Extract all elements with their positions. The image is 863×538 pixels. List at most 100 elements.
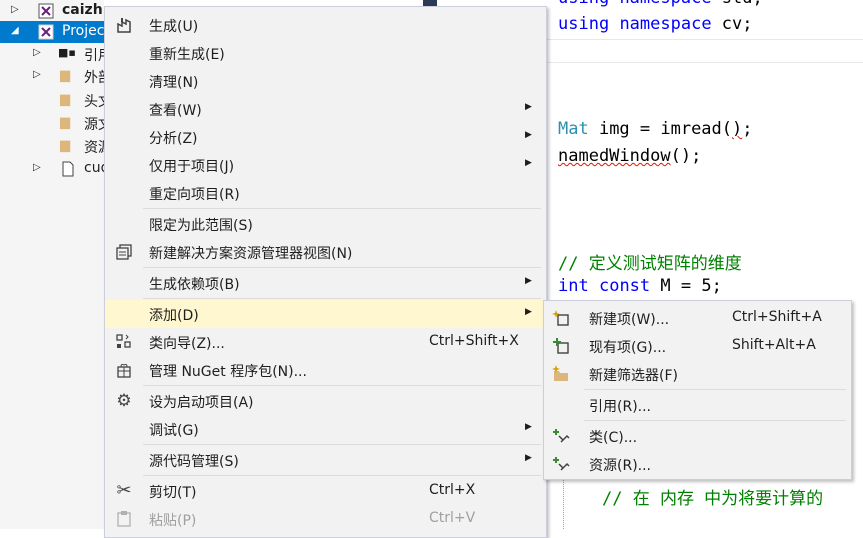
add-resource-icon [553, 457, 570, 471]
menu-item-manage-nuget[interactable]: 管理 NuGet 程序包(N)... [105, 356, 546, 384]
tree-item-project[interactable]: ◢ Projec [0, 21, 104, 43]
menu-item-view[interactable]: 查看(W) ▶ [105, 95, 546, 123]
expand-arrow-icon[interactable]: ▷ [33, 47, 41, 58]
tree-item-label: caizh [62, 2, 103, 18]
submenu-item-resource[interactable]: 资源(R)... [544, 450, 851, 478]
tree-item-solution[interactable]: ▷ caizh [0, 0, 104, 22]
menu-item-label: 添加(D) [149, 308, 199, 324]
add-submenu: 新建项(W)... Ctrl+Shift+A 现有项(G)... Shift+A… [543, 300, 852, 480]
tree-item-headers[interactable]: ▆ 头文 [0, 89, 104, 111]
menu-item-shortcut: Ctrl+V [429, 510, 476, 526]
keyword: int [558, 276, 589, 296]
expand-arrow-icon[interactable]: ▷ [11, 4, 19, 15]
tree-item-file[interactable]: ▷ cud [0, 158, 104, 180]
menu-separator [584, 389, 846, 390]
menu-item-class-wizard[interactable]: 类向导(Z)... Ctrl+Shift+X [105, 328, 546, 356]
submenu-arrow-icon: ▶ [525, 422, 532, 432]
submenu-item-new-item[interactable]: 新建项(W)... Ctrl+Shift+A [544, 304, 851, 332]
submenu-item-reference[interactable]: 引用(R)... [544, 391, 851, 419]
submenu-item-label: 引用(R)... [589, 399, 652, 415]
menu-item-label: 清理(N) [149, 75, 199, 91]
keyword: using [558, 0, 609, 8]
tree-item-sources[interactable]: ▆ 源文 [0, 112, 104, 134]
gear-icon: ⚙ [116, 391, 132, 411]
tree-item-label: 源文 [84, 117, 104, 133]
submenu-item-class[interactable]: 类(C)... [544, 422, 851, 450]
menu-item-label: 分析(Z) [149, 131, 198, 147]
expand-arrow-icon[interactable]: ▷ [33, 162, 41, 173]
menu-item-cut[interactable]: ✂ 剪切(T) Ctrl+X [105, 477, 546, 505]
error-squiggle: ) [732, 119, 743, 139]
code-comment: // 在 内存 中为将要计算的 [602, 489, 824, 509]
nuget-icon [117, 363, 131, 378]
tree-item-label: cud [84, 160, 104, 176]
tree-item-resources[interactable]: ▆ 资源 [0, 135, 104, 157]
menu-item-set-startup[interactable]: ⚙ 设为启动项目(A) [105, 387, 546, 415]
menu-separator [143, 267, 541, 268]
menu-item-source-control[interactable]: 源代码管理(S) ▶ [105, 446, 546, 474]
menu-item-label: 调试(G) [149, 423, 199, 439]
submenu-arrow-icon: ▶ [525, 158, 532, 168]
menu-separator [584, 420, 846, 421]
menu-item-shortcut: Ctrl+X [429, 482, 476, 498]
menu-item-clean[interactable]: 清理(N) [105, 67, 546, 95]
submenu-arrow-icon: ▶ [525, 276, 532, 286]
menu-item-new-view[interactable]: 新建解决方案资源管理器视图(N) [105, 238, 546, 266]
menu-separator [143, 208, 541, 209]
tree-item-references[interactable]: ▷ ■▪ 引用 [0, 43, 104, 65]
menu-item-build[interactable]: 生成(U) [105, 11, 546, 39]
menu-item-label: 重新生成(E) [149, 47, 225, 63]
tree-item-label: Projec [62, 23, 104, 39]
tree-item-label: 引用 [84, 48, 104, 64]
file-icon [62, 161, 74, 177]
menu-item-label: 剪切(T) [149, 485, 197, 501]
folder-icon: ▆ [60, 68, 70, 83]
menu-item-project-only[interactable]: 仅用于项目(J) ▶ [105, 151, 546, 179]
keyword: namespace [619, 0, 711, 8]
menu-item-label: 粘贴(P) [149, 513, 197, 529]
code-line-3: Mat img = imread(); [558, 119, 753, 139]
current-line-highlight [547, 39, 863, 63]
menu-separator [143, 298, 541, 299]
menu-item-label: 重定向项目(R) [149, 187, 240, 203]
code-text: img = imread( [588, 119, 733, 139]
menu-separator [143, 475, 541, 476]
submenu-item-existing-item[interactable]: 现有项(G)... Shift+Alt+A [544, 332, 851, 360]
menu-item-label: 新建解决方案资源管理器视图(N) [149, 246, 353, 262]
error-squiggle: namedWindow [558, 146, 671, 166]
menu-item-retarget[interactable]: 重定向项目(R) [105, 179, 546, 207]
indent-guide [563, 478, 564, 529]
menu-separator [143, 385, 541, 386]
submenu-item-new-filter[interactable]: 新建筛选器(F) [544, 360, 851, 388]
menu-item-rebuild[interactable]: 重新生成(E) [105, 39, 546, 67]
menu-item-label: 查看(W) [149, 103, 202, 119]
solution-explorer: ▷ caizh ◢ Projec ▷ ■▪ 引用 ▷ ▆ 外部 ▆ 头文 ▆ 源… [0, 0, 104, 529]
type-name: Mat [558, 119, 589, 139]
new-view-icon [116, 244, 132, 260]
menu-item-label: 源代码管理(S) [149, 454, 239, 470]
paste-icon [117, 511, 131, 527]
code-text: ; [742, 119, 753, 139]
submenu-item-label: 现有项(G)... [589, 340, 667, 356]
code-comment: // 定义测试矩阵的维度 [558, 254, 742, 274]
submenu-item-label: 资源(R)... [589, 458, 652, 474]
code-line-4: namedWindow(); [558, 146, 701, 166]
tree-item-external[interactable]: ▷ ▆ 外部 [0, 65, 104, 87]
menu-item-debug[interactable]: 调试(G) ▶ [105, 415, 546, 443]
folder-icon: ▆ [60, 115, 70, 130]
expand-arrow-icon[interactable]: ▷ [33, 69, 41, 80]
collapse-arrow-icon[interactable]: ◢ [11, 25, 19, 36]
menu-item-shortcut: Ctrl+Shift+X [429, 333, 519, 349]
menu-item-scope-to-this[interactable]: 限定为此范围(S) [105, 210, 546, 238]
scissors-icon: ✂ [116, 480, 132, 501]
project-icon [38, 24, 54, 40]
menu-item-label: 生成依赖项(B) [149, 277, 240, 293]
menu-item-add[interactable]: 添加(D) ▶ [105, 300, 546, 328]
code-text: M = 5; [650, 276, 722, 296]
code-text: cv; [711, 14, 753, 34]
tree-item-label: 头文 [84, 94, 104, 110]
menu-item-label: 生成(U) [149, 19, 199, 35]
menu-item-analyze[interactable]: 分析(Z) ▶ [105, 123, 546, 151]
menu-item-build-dependencies[interactable]: 生成依赖项(B) ▶ [105, 269, 546, 297]
keyword: using [558, 14, 610, 34]
